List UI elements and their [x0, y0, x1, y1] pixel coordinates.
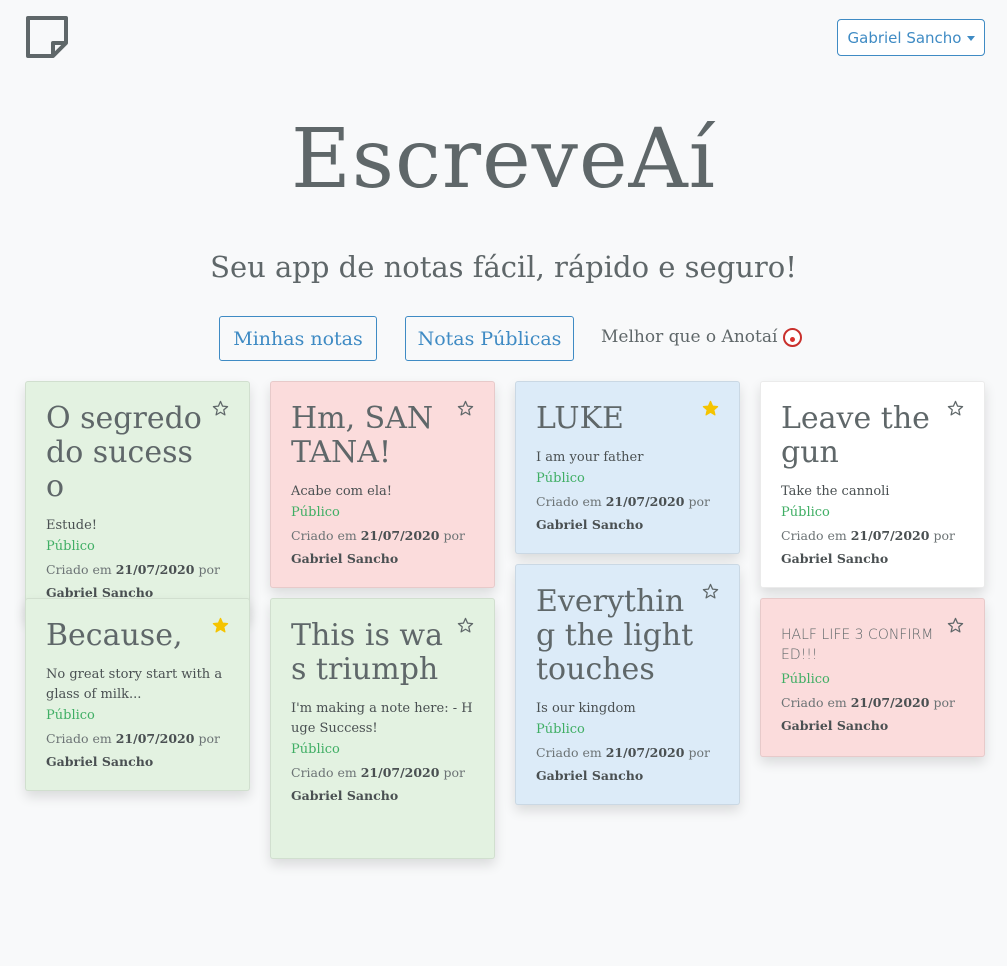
my-notes-button[interactable]: Minhas notas [219, 316, 377, 361]
sticky-note-icon[interactable] [25, 15, 69, 59]
note-created: Criado em 21/07/2020 por [46, 727, 229, 750]
note-date: 21/07/2020 [850, 528, 930, 543]
note-created: Criado em 21/07/2020 por [536, 741, 719, 764]
note-title: Because, [46, 618, 183, 653]
note-visibility: Público [536, 722, 585, 737]
star-outline-icon[interactable] [947, 617, 964, 634]
app-title: EscreveAí [291, 112, 716, 207]
note-created: Criado em 21/07/2020 por [536, 490, 719, 513]
note-created-prefix: Criado em [781, 528, 847, 543]
note-by: por [688, 494, 710, 509]
note-date: 21/07/2020 [850, 695, 930, 710]
note-date: 21/07/2020 [605, 494, 685, 509]
note-date: 21/07/2020 [115, 562, 195, 577]
note-date: 21/07/2020 [360, 765, 440, 780]
note-visibility: Público [291, 742, 340, 757]
note-card[interactable]: O segredo do sucesso Estude! Público Criado… [25, 381, 250, 619]
note-created-prefix: Criado em [46, 731, 112, 746]
app-subtitle: Seu app de notas fácil, rápido e seguro! [210, 250, 797, 284]
note-body: Estude! [46, 518, 97, 533]
note-author: Gabriel Sancho [781, 718, 889, 733]
note-body: I'm making a note here: - Huge Success! [291, 701, 473, 736]
note-created: Criado em 21/07/2020 por [781, 691, 964, 714]
note-date: 21/07/2020 [360, 528, 440, 543]
note-body: Acabe com ela! [291, 484, 392, 499]
star-filled-icon[interactable] [702, 400, 719, 417]
note-by: por [933, 528, 955, 543]
note-card[interactable]: HALF LIFE 3 CONFIRMED!!! Público Criado em… [760, 598, 985, 757]
note-author: Gabriel Sancho [46, 754, 154, 769]
note-author: Gabriel Sancho [291, 788, 399, 803]
star-filled-icon[interactable] [212, 617, 229, 634]
note-visibility: Público [46, 708, 95, 723]
note-created-prefix: Criado em [291, 528, 357, 543]
public-notes-button[interactable]: Notas Públicas [405, 316, 574, 361]
note-by: por [198, 731, 220, 746]
note-body: Take the cannoli [781, 484, 890, 499]
note-visibility: Público [291, 505, 340, 520]
tagline: Melhor que o Anotaí [601, 327, 803, 347]
note-by: por [933, 695, 955, 710]
note-created: Criado em 21/07/2020 por [291, 524, 474, 547]
note-by: por [443, 528, 465, 543]
note-author: Gabriel Sancho [291, 551, 399, 566]
note-author: Gabriel Sancho [536, 517, 644, 532]
clown-face-icon [783, 327, 803, 347]
note-created: Criado em 21/07/2020 por [291, 761, 474, 784]
note-author: Gabriel Sancho [781, 551, 889, 566]
note-title: O segredo do sucesso [46, 401, 202, 504]
note-created-prefix: Criado em [46, 562, 112, 577]
note-card[interactable]: LUKE I am your father Público Criado em 21/… [515, 381, 740, 554]
star-outline-icon[interactable] [212, 400, 229, 417]
user-menu-label: Gabriel Sancho [847, 28, 962, 47]
note-visibility: Público [781, 505, 830, 520]
note-by: por [688, 745, 710, 760]
user-menu-button[interactable]: Gabriel Sancho [837, 19, 985, 56]
note-date: 21/07/2020 [115, 731, 195, 746]
star-outline-icon[interactable] [947, 400, 964, 417]
note-card[interactable]: Because, No great story start with a glas… [25, 598, 250, 791]
note-created: Criado em 21/07/2020 por [781, 524, 964, 547]
note-body: Is our kingdom [536, 701, 636, 716]
note-date: 21/07/2020 [605, 745, 685, 760]
note-body: No great story start with a glass of mil… [46, 667, 223, 702]
note-card[interactable]: Hm, SANTANA! Acabe com ela! Público Criado … [270, 381, 495, 588]
note-by: por [443, 765, 465, 780]
note-author: Gabriel Sancho [536, 768, 644, 783]
note-created-prefix: Criado em [781, 695, 847, 710]
caret-down-icon [966, 36, 975, 41]
note-card[interactable]: Leave the gun Take the cannoli Público Cria… [760, 381, 985, 588]
note-title: Hm, SANTANA! [291, 401, 434, 470]
note-visibility: Público [536, 471, 585, 486]
tagline-text: Melhor que o Anotaí [601, 327, 778, 347]
note-created-prefix: Criado em [536, 745, 602, 760]
note-body: I am your father [536, 450, 644, 465]
note-title: This is was triumph [291, 618, 443, 687]
note-visibility: Público [46, 539, 95, 554]
note-title: HALF LIFE 3 CONFIRMED!!! [781, 627, 934, 663]
note-visibility: Público [781, 672, 830, 687]
note-created-prefix: Criado em [291, 765, 357, 780]
note-created: Criado em 21/07/2020 por [46, 558, 229, 581]
note-title: Everything the light touches [536, 584, 694, 687]
note-card[interactable]: This is was triumph I'm making a note her… [270, 598, 495, 859]
note-title: Leave the gun [781, 401, 930, 470]
note-by: por [198, 562, 220, 577]
note-card[interactable]: Everything the light touches Is our kingd… [515, 564, 740, 805]
star-outline-icon[interactable] [457, 400, 474, 417]
star-outline-icon[interactable] [457, 617, 474, 634]
note-created-prefix: Criado em [536, 494, 602, 509]
note-title: LUKE [536, 401, 624, 436]
star-outline-icon[interactable] [702, 583, 719, 600]
